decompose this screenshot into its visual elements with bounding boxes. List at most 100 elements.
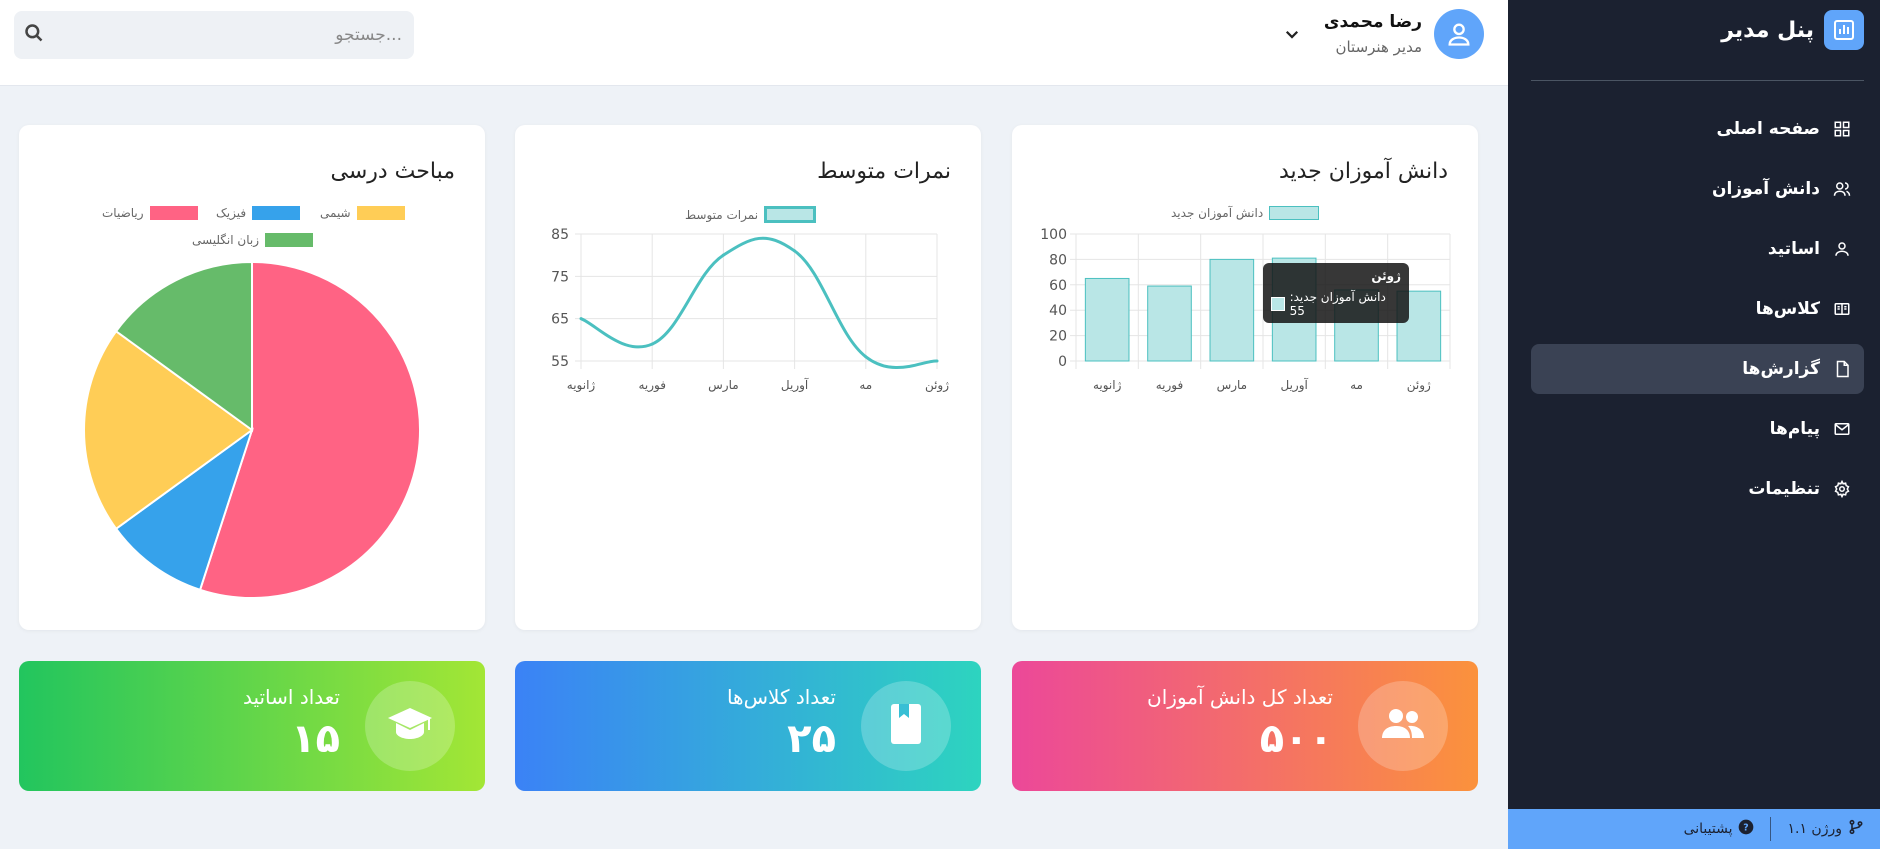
sidebar: پنل مدیر صفحه اصلی دانش آموزان اساتید کل… xyxy=(1508,0,1880,849)
new-students-card: دانش آموزان جدید دانش آموزان جدید 0 20 40 6… xyxy=(1012,125,1478,630)
data-point xyxy=(650,342,654,346)
sidebar-nav: صفحه اصلی دانش آموزان اساتید کلاس‌ها گزا… xyxy=(1531,104,1864,524)
tooltip-label: دانش آموزان جدید: 55 xyxy=(1289,290,1386,318)
stat-title: تعداد کلاس‌ها xyxy=(726,685,836,709)
data-point xyxy=(721,253,725,257)
data-point xyxy=(864,355,868,359)
line-chart: 55 65 75 85 ژانویه فوریه مارس آوریل مه ژوئن xyxy=(551,227,949,393)
subjects-card: مباحث درسی ریاضیات فیزیک شیمی زبان انگلی… xyxy=(19,125,485,630)
sidebar-item-home[interactable]: صفحه اصلی xyxy=(1531,104,1864,154)
x-tick-label: فوریه xyxy=(638,378,666,393)
support-link[interactable]: ? پشتیبانی xyxy=(1684,819,1755,839)
stat-title: تعداد اساتید xyxy=(242,685,340,709)
divider xyxy=(1531,80,1864,81)
search-input[interactable] xyxy=(54,11,414,59)
stat-card-students[interactable]: تعداد کل دانش آموزان ۵۰۰ xyxy=(1012,661,1478,791)
x-tick-label: مارس xyxy=(1217,378,1248,393)
git-branch-icon xyxy=(1848,819,1864,839)
stat-icon-circle xyxy=(861,681,951,771)
y-tick-label: 60 xyxy=(1049,278,1067,294)
y-tick-label: 75 xyxy=(551,269,569,285)
data-point xyxy=(935,359,939,363)
user-role: مدیر هنرستان xyxy=(1335,38,1422,56)
x-tick-label: مه xyxy=(1350,378,1363,392)
y-tick-label: 20 xyxy=(1049,329,1067,345)
y-tick-label: 100 xyxy=(1040,227,1067,243)
grid-icon xyxy=(1832,119,1852,139)
x-tick-label: مارس xyxy=(708,378,739,393)
bar xyxy=(1209,258,1255,362)
stat-card-teachers[interactable]: تعداد اساتید ۱۵ xyxy=(19,661,485,791)
sidebar-item-settings[interactable]: تنظیمات xyxy=(1531,464,1864,514)
bar xyxy=(1084,277,1130,362)
series-line xyxy=(580,236,938,370)
y-tick-label: 0 xyxy=(1058,354,1067,370)
tooltip-title: ژوئن xyxy=(1371,269,1401,283)
sidebar-item-label: تنظیمات xyxy=(1748,479,1820,499)
search-icon xyxy=(24,23,44,47)
graduation-cap-icon xyxy=(387,706,433,746)
users-icon xyxy=(1379,706,1427,746)
sidebar-footer: ورژن ۱.۱ ? پشتیبانی xyxy=(1508,809,1880,849)
x-tick-label: ژوئن xyxy=(925,378,949,393)
sidebar-item-messages[interactable]: پیام‌ها xyxy=(1531,404,1864,454)
book-open-icon xyxy=(1832,299,1852,319)
data-point xyxy=(793,249,797,253)
stat-title: تعداد کل دانش آموزان xyxy=(1147,685,1333,709)
gear-icon xyxy=(1832,479,1852,499)
x-tick-label: مه xyxy=(859,378,872,392)
y-tick-label: 40 xyxy=(1049,303,1067,319)
x-tick-label: آوریل xyxy=(781,377,809,393)
chart-tooltip: ژوئن دانش آموزان جدید: 55 xyxy=(1263,263,1409,323)
brand-title: پنل مدیر xyxy=(1721,17,1814,43)
search-button[interactable] xyxy=(14,11,54,59)
bar-chart: 0 20 40 60 80 100 ژانویه فوریه مارس آوریل مه ژوئن xyxy=(1040,227,1451,393)
user-name: رضا محمدی xyxy=(1323,12,1422,32)
avatar xyxy=(1434,9,1484,59)
stat-card-classes[interactable]: تعداد کلاس‌ها ۲۵ xyxy=(515,661,981,791)
stat-icon-circle xyxy=(1358,681,1448,771)
version-info: ورژن ۱.۱ xyxy=(1787,819,1864,839)
question-circle-icon: ? xyxy=(1738,819,1754,839)
average-grades-card: نمرات متوسط نمرات متوسط 55 65 75 85 ژانویه فو… xyxy=(515,125,981,630)
file-icon xyxy=(1832,359,1852,379)
sidebar-item-students[interactable]: دانش آموزان xyxy=(1531,164,1864,214)
stat-value: ۵۰۰ xyxy=(1259,716,1333,762)
y-tick-label: 85 xyxy=(551,227,569,243)
sidebar-item-reports[interactable]: گزارش‌ها xyxy=(1531,344,1864,394)
user-icon xyxy=(1832,239,1852,259)
version-label: ورژن ۱.۱ xyxy=(1787,821,1842,837)
brand[interactable]: پنل مدیر xyxy=(1721,10,1864,50)
stat-value: ۱۵ xyxy=(291,716,340,762)
sidebar-item-classes[interactable]: کلاس‌ها xyxy=(1531,284,1864,334)
sidebar-item-teachers[interactable]: اساتید xyxy=(1531,224,1864,274)
sidebar-item-label: اساتید xyxy=(1767,239,1820,259)
sidebar-item-label: کلاس‌ها xyxy=(1755,299,1820,319)
tooltip-swatch xyxy=(1271,297,1285,311)
user-menu[interactable]: رضا محمدی مدیر هنرستان xyxy=(1282,9,1484,59)
y-tick-label: 80 xyxy=(1049,252,1067,268)
chart-bar-icon xyxy=(1824,10,1864,50)
stat-value: ۲۵ xyxy=(787,716,836,762)
search-bar xyxy=(14,11,414,59)
x-tick-label: ژانویه xyxy=(567,378,596,393)
bar xyxy=(1147,285,1192,362)
x-tick-label: ژانویه xyxy=(1093,378,1122,393)
user-info: رضا محمدی مدیر هنرستان xyxy=(1324,12,1422,56)
pie-chart xyxy=(83,260,421,599)
users-icon xyxy=(1832,179,1852,199)
stat-icon-circle xyxy=(365,681,455,771)
sidebar-item-label: صفحه اصلی xyxy=(1716,119,1820,139)
sidebar-item-label: پیام‌ها xyxy=(1769,419,1820,439)
data-point xyxy=(579,317,583,321)
sidebar-item-label: گزارش‌ها xyxy=(1742,359,1820,379)
x-tick-label: ژوئن xyxy=(1407,378,1431,393)
chevron-down-icon[interactable] xyxy=(1282,24,1302,44)
x-tick-label: فوریه xyxy=(1156,378,1184,393)
divider xyxy=(1770,817,1772,841)
x-tick-label: آوریل xyxy=(1280,377,1308,393)
svg-text:?: ? xyxy=(1744,822,1749,833)
book-icon xyxy=(889,704,923,748)
support-label: پشتیبانی xyxy=(1683,821,1733,837)
mail-icon xyxy=(1832,419,1852,439)
